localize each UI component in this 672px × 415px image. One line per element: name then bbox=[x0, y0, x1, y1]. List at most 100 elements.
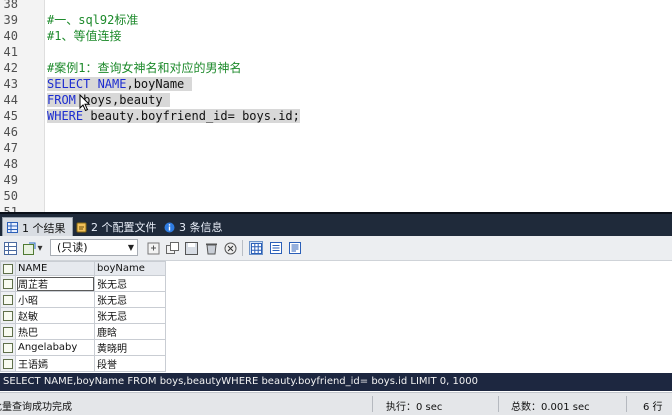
line-number: 51 bbox=[3, 205, 18, 212]
row-checkbox[interactable] bbox=[0, 355, 16, 372]
editor-line: 40 #1、等值连接 bbox=[0, 28, 672, 44]
info-icon bbox=[164, 222, 175, 232]
profile-icon bbox=[76, 222, 87, 232]
tab-messages-label: 3 条信息 bbox=[179, 221, 223, 234]
editor-line: 38 bbox=[0, 0, 672, 12]
code-text: #1、等值连接 bbox=[47, 28, 121, 44]
row-checkbox[interactable] bbox=[0, 339, 16, 356]
row-checkbox[interactable] bbox=[0, 323, 16, 340]
table-row[interactable]: 热巴 鹿晗 bbox=[0, 323, 166, 340]
code-token: WHERE bbox=[47, 109, 84, 123]
row-checkbox[interactable] bbox=[0, 307, 16, 324]
editor-line: 47 bbox=[0, 140, 672, 156]
grid-mode-icon[interactable] bbox=[249, 241, 263, 255]
tab-profiles-label: 2 个配置文件 bbox=[91, 221, 157, 234]
editor-line: 50 bbox=[0, 188, 672, 204]
total-time: 总数：0.001 sec bbox=[511, 402, 590, 413]
code-token: ,boyName bbox=[126, 77, 192, 91]
result-mode-value: (只读) bbox=[57, 241, 88, 254]
cell-name[interactable]: 赵敏 bbox=[15, 307, 95, 324]
text-view-icon[interactable] bbox=[288, 241, 302, 255]
tab-results-label: 1 个结果 bbox=[22, 221, 66, 235]
delete-icon[interactable] bbox=[204, 241, 218, 255]
status-divider bbox=[372, 396, 373, 412]
editor-line: 39 #一、sql92标准 bbox=[0, 12, 672, 28]
editor-line: 46 bbox=[0, 124, 672, 140]
line-number: 39 bbox=[3, 13, 18, 27]
grid-body: 周芷若 张无忌 小昭 张无忌 赵敏 张无忌 热巴 鹿晗 Angelababy 黄晓明 王语嫣 段誉 bbox=[0, 275, 166, 372]
export-icon[interactable] bbox=[22, 241, 36, 255]
cell-boyname[interactable]: 张无忌 bbox=[94, 275, 166, 292]
editor-line: 42 #案例1：查询女神名和对应的男神名 bbox=[0, 60, 672, 76]
cell-name[interactable]: 热巴 bbox=[15, 323, 95, 340]
tab-results[interactable]: 1 个结果 bbox=[2, 217, 73, 237]
cell-boyname[interactable]: 黄晓明 bbox=[94, 339, 166, 356]
toolbar-divider bbox=[242, 240, 243, 256]
line-number: 43 bbox=[3, 77, 18, 91]
code-token: beauty.boyfriend_id= boys.id; bbox=[83, 109, 300, 123]
table-row[interactable]: 周芷若 张无忌 bbox=[0, 275, 166, 292]
chevron-down-icon[interactable]: ▾ bbox=[35, 241, 45, 255]
code-token: SELECT NAME bbox=[47, 77, 127, 91]
mouse-cursor-icon bbox=[79, 94, 91, 112]
line-number: 45 bbox=[3, 109, 18, 123]
table-row[interactable]: 赵敏 张无忌 bbox=[0, 307, 166, 324]
line-number: 46 bbox=[3, 125, 18, 139]
cell-boyname[interactable]: 鹿晗 bbox=[94, 323, 166, 340]
line-number: 48 bbox=[3, 157, 18, 171]
result-tabs: 1 个结果 2 个配置文件 3 条信息 bbox=[0, 212, 672, 238]
sql-editor[interactable]: 38 39 #一、sql92标准 40 #1、等值连接 41 42 #案例1：查询女神名和对应… bbox=[0, 0, 672, 212]
line-number: 49 bbox=[3, 173, 18, 187]
result-toolbar: ▾ (只读) ▼ bbox=[0, 236, 672, 261]
result-grid-area: NAME boyName 周芷若 张无忌 小昭 张无忌 赵敏 张无忌 热巴 鹿晗 Angelab… bbox=[0, 261, 672, 373]
code-text: FROM boys,beauty bbox=[47, 92, 170, 108]
code-token: #一、sql92标准 bbox=[47, 13, 139, 27]
code-token: #案例1：查询女神名和对应的男神名 bbox=[47, 61, 242, 75]
cell-boyname[interactable]: 张无忌 bbox=[94, 307, 166, 324]
editor-line: 43 SELECT NAME,boyName bbox=[0, 76, 672, 92]
exec-time: 执行：0 sec bbox=[386, 402, 443, 413]
editor-line: 45 WHERE beauty.boyfriend_id= boys.id; bbox=[0, 108, 672, 124]
status-bar: 批量查询成功完成 执行：0 sec 总数：0.001 sec 6 行 bbox=[0, 392, 672, 415]
form-view-icon[interactable] bbox=[269, 241, 283, 255]
table-row[interactable]: 王语嫣 段誉 bbox=[0, 355, 166, 372]
status-divider bbox=[498, 396, 499, 412]
row-checkbox[interactable] bbox=[0, 291, 16, 308]
editor-line: 41 bbox=[0, 44, 672, 60]
line-number: 38 bbox=[3, 0, 18, 11]
cell-boyname[interactable]: 张无忌 bbox=[94, 291, 166, 308]
result-mode-select[interactable]: (只读) ▼ bbox=[50, 239, 138, 256]
tab-profiles[interactable]: 2 个配置文件 bbox=[72, 217, 163, 237]
row-count: 6 行 bbox=[643, 402, 663, 413]
refresh-icon[interactable] bbox=[146, 241, 160, 255]
line-number: 42 bbox=[3, 61, 18, 75]
cell-name[interactable]: 小昭 bbox=[15, 291, 95, 308]
line-number: 44 bbox=[3, 93, 18, 107]
status-divider bbox=[626, 396, 627, 412]
code-token: FROM bbox=[47, 93, 76, 107]
cell-name[interactable]: 王语嫣 bbox=[15, 355, 95, 372]
editor-line: 44 FROM boys,beauty bbox=[0, 92, 672, 108]
table-row[interactable]: 小昭 张无忌 bbox=[0, 291, 166, 308]
column-header-name[interactable]: NAME bbox=[15, 261, 95, 276]
grid-header-row: NAME boyName bbox=[0, 261, 166, 276]
row-checkbox[interactable] bbox=[0, 275, 16, 292]
editor-line: 49 bbox=[0, 172, 672, 188]
save-icon[interactable] bbox=[184, 241, 198, 255]
cell-name[interactable]: Angelababy bbox=[15, 339, 95, 356]
duplicate-row-icon[interactable] bbox=[165, 241, 179, 255]
cell-name[interactable]: 周芷若 bbox=[15, 275, 95, 292]
line-number: 50 bbox=[3, 189, 18, 203]
code-text: SELECT NAME,boyName bbox=[47, 76, 192, 92]
line-number: 40 bbox=[3, 29, 18, 43]
cell-boyname[interactable]: 段誉 bbox=[94, 355, 166, 372]
grid-view-icon[interactable] bbox=[3, 241, 17, 255]
executed-sql-bar: SELECT NAME,boyName FROM boys,beautyWHER… bbox=[0, 373, 672, 391]
tab-messages[interactable]: 3 条信息 bbox=[160, 217, 229, 237]
editor-line: 51 bbox=[0, 204, 672, 212]
editor-line: 48 bbox=[0, 156, 672, 172]
column-header-boyname[interactable]: boyName bbox=[94, 261, 166, 276]
select-all-checkbox[interactable] bbox=[0, 261, 16, 276]
cancel-icon[interactable] bbox=[223, 241, 237, 255]
table-row[interactable]: Angelababy 黄晓明 bbox=[0, 339, 166, 356]
